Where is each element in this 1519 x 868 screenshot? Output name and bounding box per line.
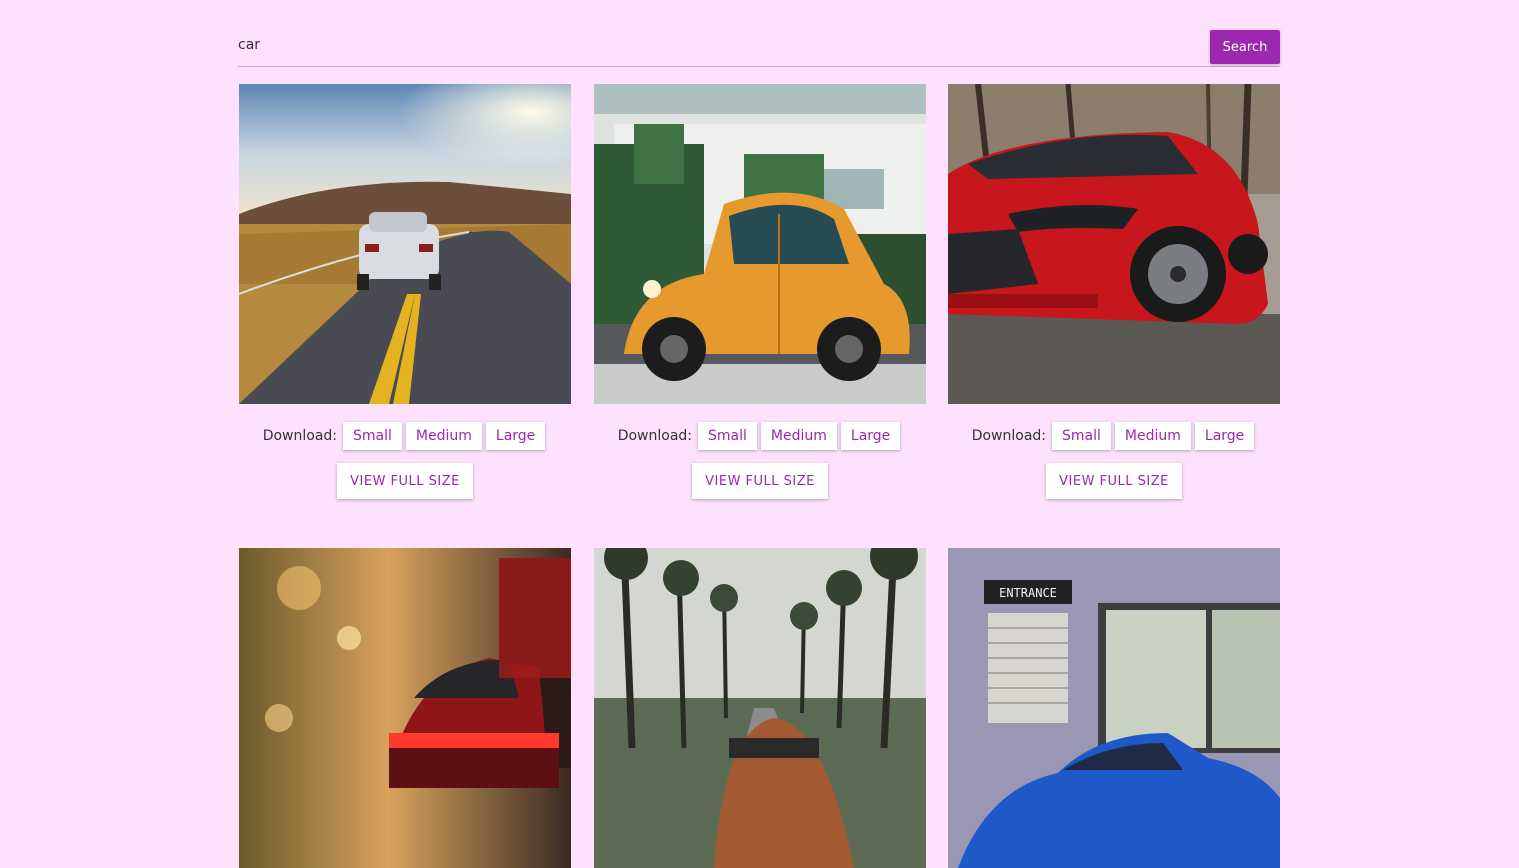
view-full-size-button[interactable]: VIEW FULL SIZE xyxy=(692,463,828,499)
download-small-button[interactable]: Small xyxy=(343,422,402,450)
download-large-button[interactable]: Large xyxy=(485,422,546,450)
download-row: Download: Small Medium Large xyxy=(594,422,926,450)
photo-red-hatchback xyxy=(948,84,1280,404)
download-large-button[interactable]: Large xyxy=(1194,422,1255,450)
download-label: Download: xyxy=(262,428,338,444)
photo-city-taillights xyxy=(239,548,571,868)
entrance-sign-text: ENTRANCE xyxy=(999,586,1057,600)
download-label: Download: xyxy=(617,428,693,444)
download-row: Download: Small Medium Large xyxy=(239,422,571,450)
search-input[interactable] xyxy=(238,30,1198,60)
download-large-button[interactable]: Large xyxy=(840,422,901,450)
photo-orange-beetle xyxy=(594,84,926,404)
view-full-size-button[interactable]: VIEW FULL SIZE xyxy=(337,463,473,499)
result-card: Download: Small Medium Large VIEW FULL S… xyxy=(594,84,926,499)
result-card: Download: Small Medium Large VIEW FULL S… xyxy=(948,84,1280,499)
result-photo[interactable] xyxy=(239,84,571,404)
download-label: Download: xyxy=(971,428,1047,444)
result-photo[interactable] xyxy=(594,84,926,404)
photo-palm-street xyxy=(594,548,926,868)
download-medium-button[interactable]: Medium xyxy=(1114,422,1191,450)
download-small-button[interactable]: Small xyxy=(1052,422,1111,450)
download-medium-button[interactable]: Medium xyxy=(760,422,837,450)
download-medium-button[interactable]: Medium xyxy=(405,422,482,450)
result-card: Download: Small Medium Large VIEW FULL S… xyxy=(239,84,571,499)
download-row: Download: Small Medium Large xyxy=(948,422,1280,450)
result-card xyxy=(594,548,926,868)
result-photo[interactable]: ENTRANCE xyxy=(948,548,1280,868)
view-row: VIEW FULL SIZE xyxy=(594,463,926,499)
result-card xyxy=(239,548,571,868)
result-photo[interactable] xyxy=(948,84,1280,404)
photo-road-sunset xyxy=(239,84,571,404)
view-row: VIEW FULL SIZE xyxy=(948,463,1280,499)
photo-blue-coupe: ENTRANCE xyxy=(948,548,1280,868)
download-small-button[interactable]: Small xyxy=(698,422,757,450)
search-bar: Search xyxy=(238,30,1280,67)
result-photo[interactable] xyxy=(594,548,926,868)
search-button[interactable]: Search xyxy=(1210,30,1280,64)
view-row: VIEW FULL SIZE xyxy=(239,463,571,499)
result-photo[interactable] xyxy=(239,548,571,868)
result-card: ENTRANCE xyxy=(948,548,1280,868)
view-full-size-button[interactable]: VIEW FULL SIZE xyxy=(1046,463,1182,499)
